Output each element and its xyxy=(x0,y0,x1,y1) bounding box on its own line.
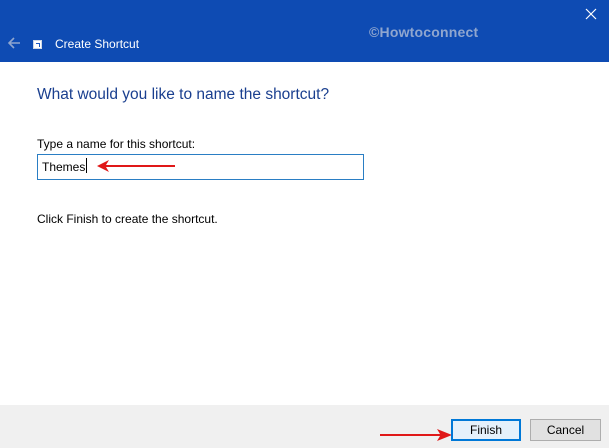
back-button[interactable] xyxy=(4,34,24,52)
arrow-left-icon xyxy=(7,37,20,49)
page-heading: What would you like to name the shortcut… xyxy=(37,86,330,103)
shortcut-icon xyxy=(33,40,42,49)
shortcut-name-label: Type a name for this shortcut: xyxy=(37,137,196,151)
annotation-arrow-icon xyxy=(97,160,175,172)
close-button[interactable] xyxy=(573,0,609,28)
annotation-arrow-icon xyxy=(380,429,452,441)
finish-button[interactable]: Finish xyxy=(451,419,521,441)
cancel-button[interactable]: Cancel xyxy=(530,419,601,441)
close-icon xyxy=(585,8,597,20)
window-title: Create Shortcut xyxy=(55,37,140,51)
text-caret xyxy=(86,158,87,173)
finish-hint-text: Click Finish to create the shortcut. xyxy=(37,212,218,226)
title-bar: Create Shortcut ©Howtoconnect xyxy=(0,0,609,62)
watermark-text: ©Howtoconnect xyxy=(369,24,479,40)
